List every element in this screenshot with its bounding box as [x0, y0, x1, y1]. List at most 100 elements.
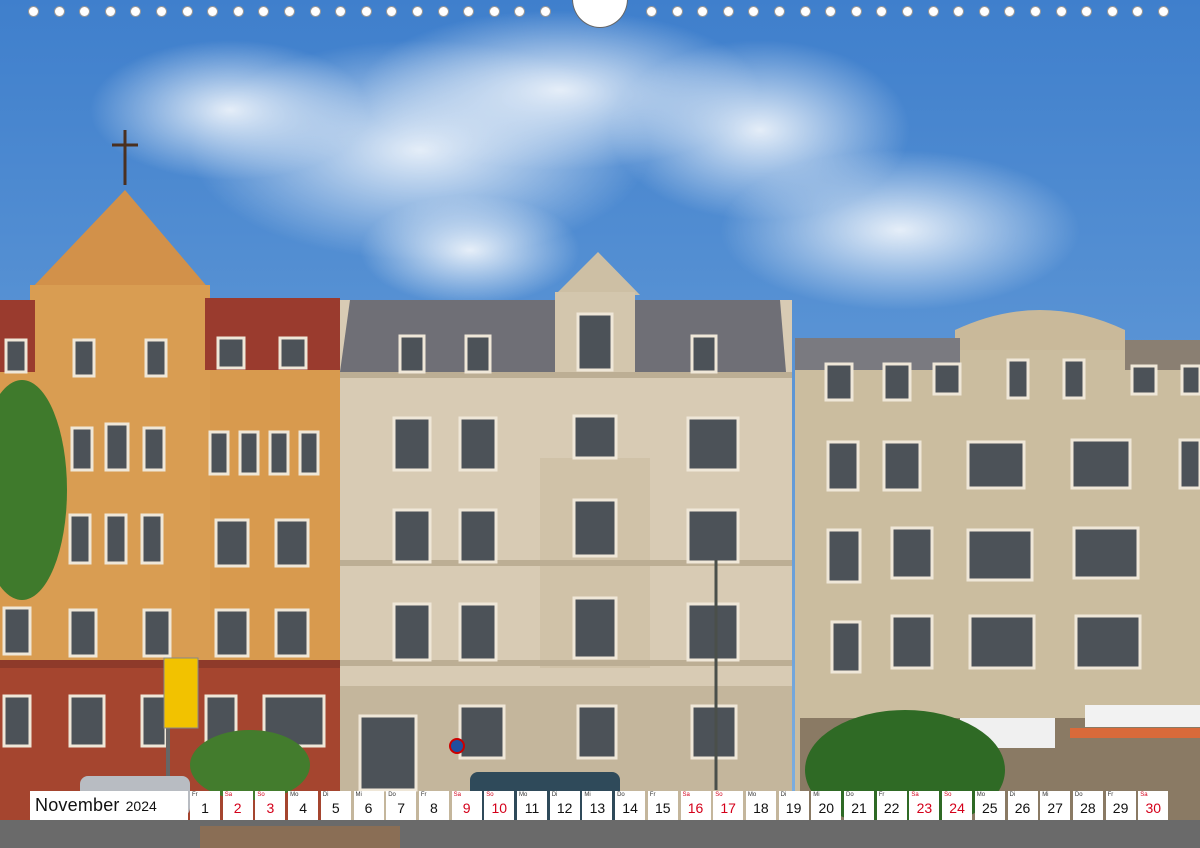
day-cell: Mi 20	[811, 791, 842, 820]
day-weekday: Fr	[649, 792, 656, 798]
day-number: 6	[364, 800, 373, 816]
day-weekday: So	[486, 792, 494, 798]
day-number: 20	[818, 800, 835, 816]
binding-hole	[540, 6, 551, 17]
day-number: 9	[462, 800, 471, 816]
day-cell: Do 7	[386, 791, 417, 820]
day-cell: Mo 25	[974, 791, 1005, 820]
binding-hole	[463, 6, 475, 17]
day-weekday: Sa	[911, 792, 919, 798]
day-cell: Fr 22	[876, 791, 907, 820]
day-number: 8	[429, 800, 438, 816]
day-cell: Sa 2	[222, 791, 253, 820]
binding-hole	[825, 6, 837, 17]
binding-hole	[1158, 6, 1169, 17]
binding-hole	[284, 6, 295, 17]
binding-hole	[181, 6, 193, 17]
day-cell: Mi 13	[582, 791, 613, 820]
day-cell: Di 5	[320, 791, 351, 820]
binding-hole	[1132, 6, 1144, 17]
binding-hole	[978, 6, 990, 17]
day-cell: So 10	[484, 791, 515, 820]
calendar-photo	[0, 0, 1200, 848]
day-weekday: Di	[551, 792, 558, 798]
day-weekday: Do	[388, 792, 396, 798]
day-weekday: Do	[617, 792, 625, 798]
day-weekday: So	[715, 792, 723, 798]
day-weekday: Do	[846, 792, 854, 798]
day-weekday: Mo	[747, 792, 757, 798]
day-cell: So 17	[713, 791, 744, 820]
binding-hole	[130, 6, 142, 17]
binding-hole	[646, 6, 657, 17]
day-number: 25	[982, 800, 998, 816]
day-weekday: Sa	[224, 792, 233, 798]
binding-hole	[1055, 6, 1067, 17]
binding-hole	[1081, 6, 1093, 17]
day-number: 18	[753, 800, 769, 816]
day-weekday: Mi	[813, 792, 820, 798]
day-weekday: Di	[1009, 792, 1016, 798]
day-cell: Mi 27	[1040, 791, 1071, 820]
year: 2024	[125, 797, 157, 814]
day-number: 21	[851, 800, 867, 816]
day-number: 23	[916, 800, 933, 816]
day-cell: Fr 8	[418, 791, 449, 820]
day-number: 10	[491, 800, 508, 816]
day-number: 2	[233, 800, 242, 816]
binding-hole	[488, 6, 500, 17]
day-cell: Sa 9	[451, 791, 482, 820]
day-number: 30	[1145, 800, 1162, 816]
binding-hole	[53, 6, 65, 17]
day-cell: Mo 4	[288, 791, 319, 820]
day-weekday: Fr	[420, 792, 427, 798]
day-number: 3	[266, 800, 275, 816]
day-number: 7	[397, 800, 406, 816]
day-number: 28	[1080, 800, 1096, 816]
binding-hole	[232, 6, 244, 17]
binding-hole	[799, 6, 811, 17]
day-number: 19	[785, 800, 802, 816]
street	[0, 820, 1200, 848]
day-weekday: Mo	[519, 792, 528, 798]
binding-hole	[386, 6, 398, 17]
binding-hole	[1004, 6, 1016, 17]
month-label: November 2024	[30, 791, 188, 820]
day-weekday: Di	[322, 792, 329, 798]
day-number: 29	[1112, 800, 1129, 816]
binding-hole	[412, 6, 423, 17]
binding-hole	[1030, 6, 1041, 17]
binding-hole	[258, 6, 270, 17]
binding-hole	[902, 6, 913, 17]
day-number: 27	[1047, 800, 1063, 816]
day-number: 24	[949, 800, 965, 816]
day-cell: Fr 29	[1105, 791, 1136, 820]
binding-hole	[671, 6, 683, 17]
day-number: 5	[331, 800, 340, 816]
day-number: 1	[201, 800, 209, 816]
day-cell: Mi 6	[353, 791, 384, 820]
day-number: 4	[299, 800, 307, 816]
binding-hole	[437, 6, 449, 17]
day-cell: Sa 30	[1138, 791, 1169, 820]
binding-hole	[28, 6, 39, 17]
day-weekday: Mi	[584, 792, 591, 798]
day-cell: Do 21	[844, 791, 874, 820]
day-cell: So 3	[255, 791, 286, 820]
month-name: November	[35, 795, 120, 815]
day-cell: So 24	[942, 791, 973, 820]
day-weekday: Fr	[878, 792, 885, 798]
day-cell: Di 12	[549, 791, 580, 820]
day-weekday: Sa	[682, 792, 690, 798]
day-weekday: Mi	[1042, 792, 1049, 798]
day-cell: Sa 23	[909, 791, 940, 820]
day-cell: Sa 16	[680, 791, 711, 820]
day-number: 17	[720, 800, 736, 816]
day-weekday: Do	[1074, 792, 1083, 798]
calendar-strip: November 2024 Fr 1 Sa 2 So 3 Mo 4 Di 5 Mi 6 Do 7 Fr 8 Sa…	[30, 791, 1172, 820]
binding-hole	[1106, 6, 1118, 17]
day-weekday: So	[257, 792, 265, 798]
day-number: 11	[524, 800, 540, 816]
day-number: 26	[1014, 800, 1031, 816]
day-cell: Mo 18	[745, 791, 776, 820]
